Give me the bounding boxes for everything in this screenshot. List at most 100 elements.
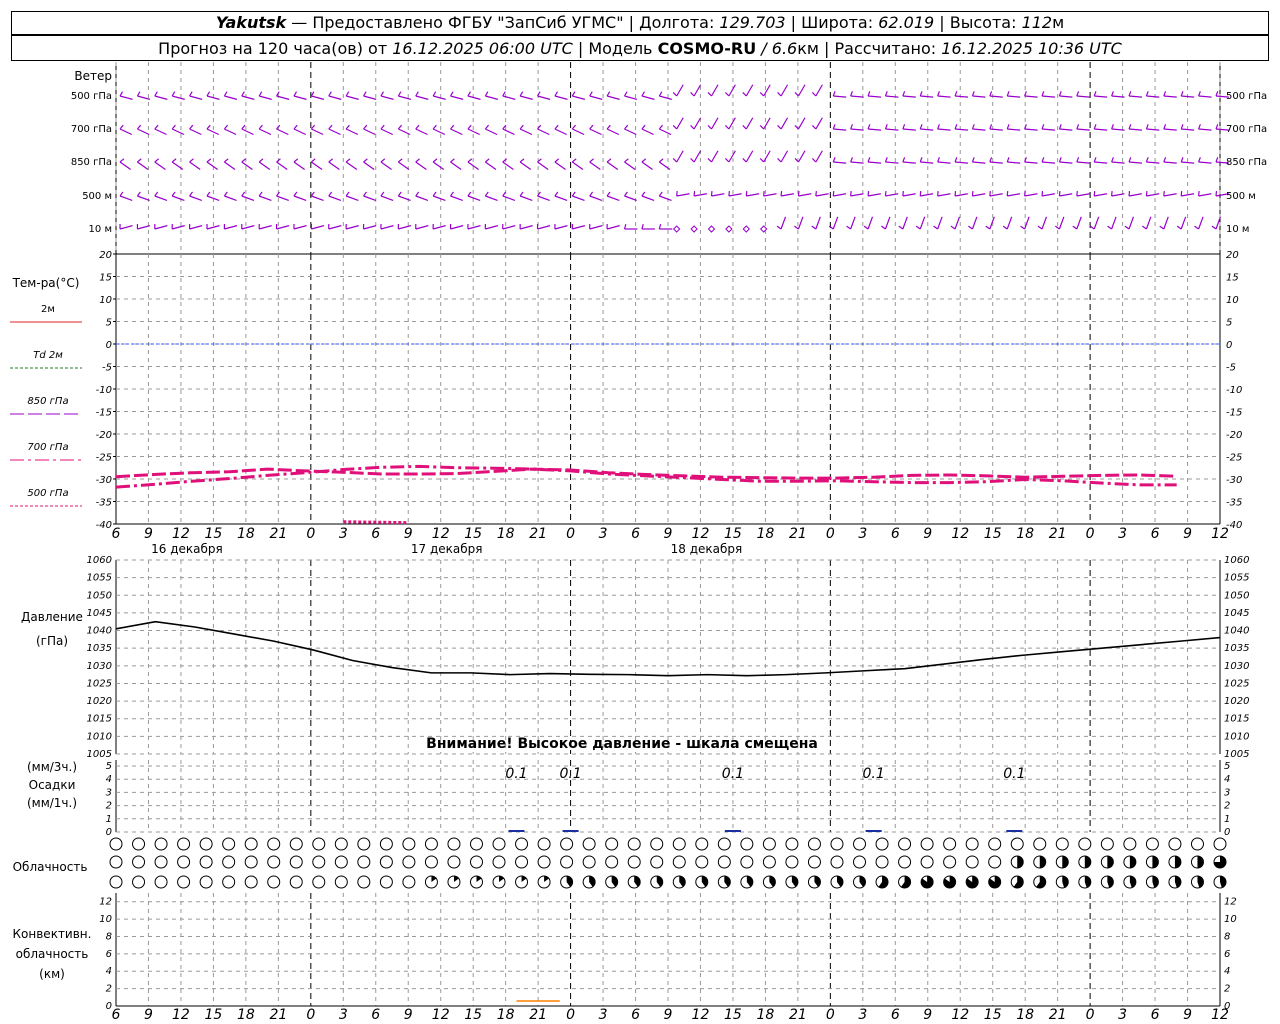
wind-barb-feather [467, 124, 472, 130]
wind-barb [119, 95, 133, 100]
cloud-circle [1033, 837, 1047, 851]
wind-barb [780, 84, 789, 97]
temp-xtick-label: 9 [1183, 526, 1192, 542]
cloud-circle [334, 837, 348, 851]
bottom-xtick-label: 3 [339, 1007, 348, 1023]
wind-barb [954, 161, 969, 164]
day-label: 17 декабря [411, 542, 483, 556]
wind-barb [554, 195, 568, 202]
bottom-xtick-label: 3 [1118, 1007, 1127, 1023]
wind-barb [867, 216, 874, 230]
wind-barb [206, 225, 220, 230]
cloud-circle [222, 875, 236, 889]
cloud-circle [807, 837, 821, 851]
wind-barb [868, 95, 882, 98]
temp-xtick-label: 15 [724, 526, 742, 542]
wind-barb-feather [241, 158, 247, 163]
wind-barb [937, 161, 951, 164]
wind-barb-feather [690, 125, 695, 130]
wind-barb [293, 128, 307, 136]
pres-ytick-right: 1050 [1224, 590, 1249, 601]
wind-barb [1076, 161, 1090, 164]
wind-barb [711, 193, 725, 197]
wind-barb [624, 128, 637, 136]
cloud-circle [109, 855, 123, 869]
cloud-circle [244, 837, 258, 851]
wind-barb [259, 225, 272, 230]
wind-calm-mark [742, 225, 750, 233]
wind-barb [833, 161, 847, 164]
temp-ytick-left: -15 [96, 408, 112, 419]
temp-ytick-right: -10 [1226, 385, 1242, 396]
cloud-circle [717, 837, 731, 851]
temp-ytick-left: 10 [99, 295, 112, 306]
prec-ytick-left: 0 [106, 827, 112, 838]
prec-ytick-left: 1 [106, 814, 112, 825]
wind-barb [154, 225, 168, 230]
cloud-circle [537, 855, 551, 869]
wind-barb-feather [1041, 124, 1045, 130]
wind-barb-feather [1198, 124, 1201, 130]
bottom-xtick-label: 6 [891, 1007, 900, 1023]
temp-xtick-label: 0 [826, 526, 835, 542]
cloud-circle [965, 855, 979, 869]
wind-barb [920, 95, 934, 98]
wind-barb [867, 193, 881, 197]
wind-barb [554, 128, 567, 136]
wind-barb-feather [606, 124, 611, 130]
temp-xtick-label: 18 [1016, 526, 1034, 542]
day-label: 18 декабря [671, 542, 743, 556]
wind-barb [971, 216, 978, 230]
wind-barb [398, 161, 410, 170]
wind-barb [224, 128, 237, 136]
wind-barb [380, 161, 392, 170]
wind-barb [815, 193, 829, 197]
wind-barb-feather [1145, 124, 1149, 130]
bottom-xtick-label: 12 [951, 1007, 969, 1023]
wind-barb-feather [554, 158, 560, 163]
cloud-circle [1123, 837, 1137, 851]
wind-barb-feather [258, 91, 263, 97]
temp-xtick-label: 15 [204, 526, 222, 542]
wind-barb [380, 128, 393, 136]
wind-barb [311, 95, 325, 100]
wind-barb-feather [850, 124, 853, 130]
wind-barb-feather [1180, 157, 1184, 163]
wind-barb [850, 161, 864, 164]
wind-barb [276, 225, 290, 230]
wind-barb [780, 117, 789, 130]
wind-barb [398, 225, 412, 230]
wind-barb [641, 128, 654, 136]
wind-barb [815, 216, 821, 230]
cloud-circle [898, 837, 912, 851]
wind-barb-feather [241, 124, 246, 130]
wind-barb [763, 150, 771, 163]
wind-barb-feather [971, 124, 975, 130]
wind-barb [519, 195, 533, 202]
wind-barb-feather [937, 157, 940, 163]
temp-ytick-left: 20 [99, 250, 112, 261]
cloud-circle [560, 837, 574, 851]
temp-xtick-label: 9 [923, 526, 932, 542]
wind-barbs [119, 84, 1230, 233]
wind-barb [415, 128, 428, 136]
temp-ytick-right: -35 [1226, 498, 1242, 509]
wind-barb [1041, 128, 1056, 131]
wind-barb [224, 95, 238, 100]
wind-barb-feather [345, 191, 350, 197]
wind-barb [1076, 128, 1090, 131]
cloud-circle [154, 855, 168, 869]
wind-barb [450, 161, 462, 170]
bottom-xtick-label: 6 [112, 1007, 121, 1023]
wind-barb [137, 161, 149, 170]
wind-barb-feather [554, 124, 559, 130]
wind-barb [1145, 216, 1152, 230]
wind-barb-feather [954, 91, 958, 97]
wind-barb [432, 225, 446, 230]
wind-barb [885, 193, 899, 197]
wind-barb-feather [850, 157, 853, 163]
temp-xtick-label: 15 [984, 526, 1002, 542]
wind-barb [937, 193, 951, 197]
wind-barb [1076, 193, 1090, 197]
wind-barb-feather [641, 124, 646, 130]
